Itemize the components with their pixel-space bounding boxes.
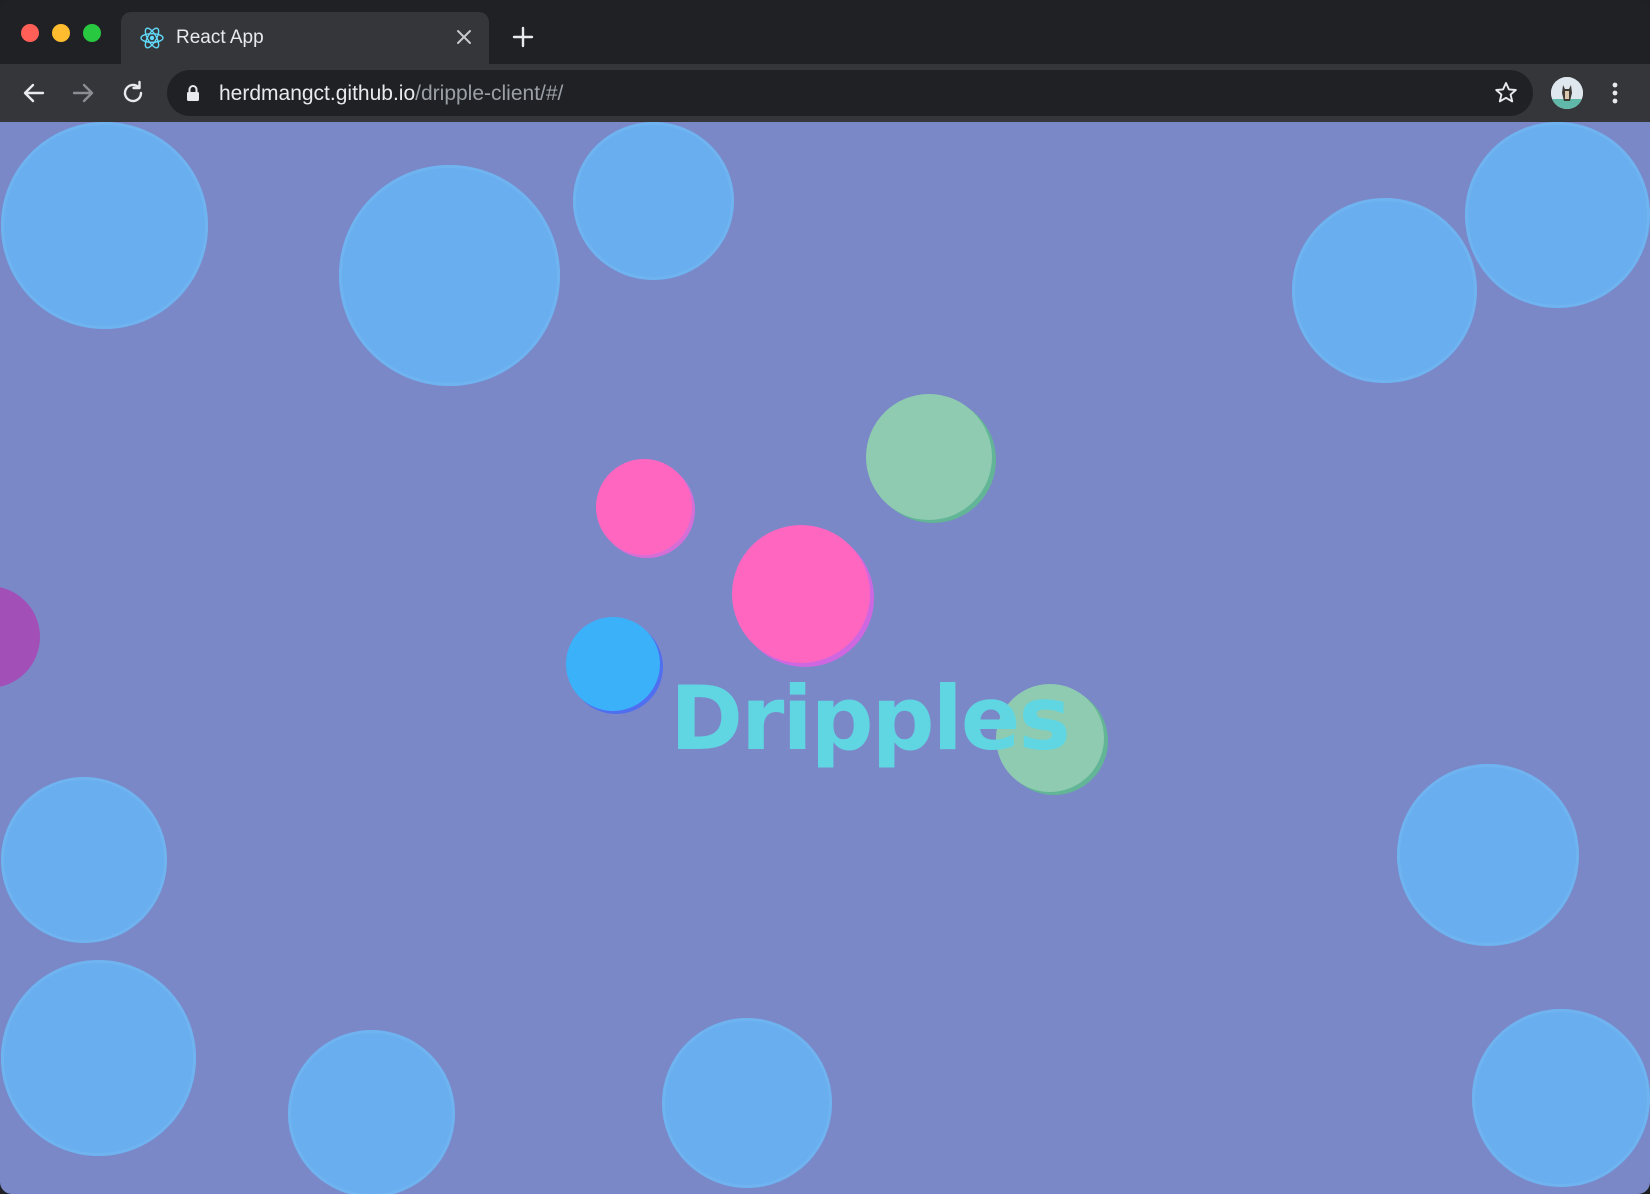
lock-icon[interactable] [185,84,201,102]
blue-drop [566,617,660,711]
page-content: Dripples [0,122,1650,1194]
close-icon[interactable] [453,26,475,48]
background-bubble [573,122,734,280]
kebab-menu-icon[interactable] [1605,77,1625,109]
address-bar[interactable]: herdmangct.github.io/dripple-client/#/ [167,70,1533,116]
dripples-logo: Dripples [670,667,1071,770]
background-bubble [288,1030,455,1194]
star-icon[interactable] [1493,80,1519,106]
plus-icon[interactable] [510,24,536,50]
background-bubble [1472,1009,1650,1187]
background-bubble [662,1018,832,1188]
react-icon [140,27,164,49]
tab-title: React App [176,27,264,48]
tab-react-app[interactable]: React App [121,12,489,64]
background-bubble [1465,122,1650,308]
url-host: herdmangct.github.io [219,82,416,105]
close-window-button[interactable] [21,24,39,42]
browser-toolbar: herdmangct.github.io/dripple-client/#/ [0,64,1650,122]
url-text[interactable]: herdmangct.github.io/dripple-client/#/ [219,82,563,106]
pink-drop-small [596,459,692,555]
background-bubble [1,960,196,1156]
purple-bubble [0,586,40,688]
pink-drop-large [732,525,870,663]
tab-strip: React App [0,0,1650,64]
arrow-right-icon[interactable] [67,77,99,109]
background-bubble [1292,198,1477,383]
green-drop-top [866,394,992,520]
avatar[interactable] [1551,77,1583,109]
profile-picture-icon [1551,77,1583,109]
browser-window: React App herdmangct.github.io/dripple-c… [0,0,1650,1194]
reload-icon[interactable] [117,77,149,109]
maximize-window-button[interactable] [83,24,101,42]
minimize-window-button[interactable] [52,24,70,42]
url-path: /dripple-client/#/ [415,82,564,105]
arrow-left-icon[interactable] [18,77,50,109]
background-bubble [1,777,167,943]
background-bubble [339,165,560,386]
background-bubble [1397,764,1579,946]
background-bubble [1,122,208,329]
